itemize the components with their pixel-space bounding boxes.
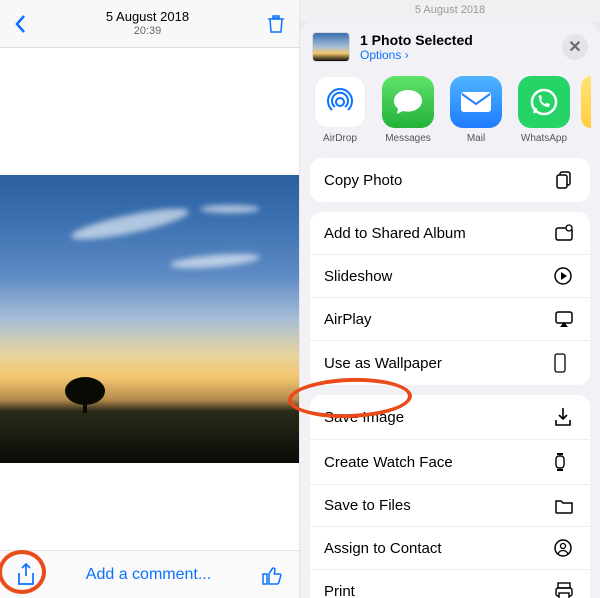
whatsapp-icon (518, 76, 570, 128)
app-mail[interactable]: Mail (445, 76, 507, 144)
print-icon (554, 582, 576, 598)
actions-list: Copy Photo Add to Shared Album Slideshow… (300, 158, 600, 598)
bottom-toolbar: Add a comment... (0, 550, 299, 598)
app-airdrop[interactable]: AirDrop (309, 76, 371, 144)
share-sheet: 1 Photo Selected Options › ✕ AirDrop Mes… (300, 22, 600, 598)
download-icon (554, 407, 576, 427)
close-icon[interactable]: ✕ (562, 34, 588, 60)
action-copy-photo[interactable]: Copy Photo (310, 158, 590, 202)
dim-header-date: 5 August 2018 (300, 0, 600, 22)
action-airplay[interactable]: AirPlay (310, 298, 590, 341)
app-messages[interactable]: Messages (377, 76, 439, 144)
sheet-title: 1 Photo Selected (360, 32, 562, 48)
sheet-header: 1 Photo Selected Options › ✕ (300, 22, 600, 70)
header-title: 5 August 2018 20:39 (106, 10, 189, 38)
delete-icon[interactable] (267, 14, 285, 34)
app-overflow-peek[interactable] (581, 76, 591, 128)
sheet-thumbnail (312, 32, 350, 62)
action-wallpaper[interactable]: Use as Wallpaper (310, 341, 590, 385)
airplay-icon (554, 310, 576, 328)
action-save-image[interactable]: Save Image (310, 395, 590, 440)
copy-icon (554, 170, 576, 190)
action-watch-face[interactable]: Create Watch Face (310, 440, 590, 485)
app-whatsapp[interactable]: WhatsApp (513, 76, 575, 144)
share-apps-row: AirDrop Messages Mail WhatsApp (300, 70, 600, 158)
share-sheet-screen: 5 August 2018 1 Photo Selected Options ›… (300, 0, 600, 598)
photo-canvas[interactable] (0, 48, 299, 550)
photo-image (0, 175, 299, 463)
contact-icon (554, 539, 576, 557)
photo-viewer-screen: 5 August 2018 20:39 Add a comment... (0, 0, 300, 598)
action-save-files[interactable]: Save to Files (310, 485, 590, 527)
sheet-options-link[interactable]: Options › (360, 48, 562, 62)
add-comment-link[interactable]: Add a comment... (86, 566, 211, 584)
wallpaper-icon (554, 353, 576, 373)
airdrop-icon (314, 76, 366, 128)
folder-icon (554, 498, 576, 514)
mail-icon (450, 76, 502, 128)
action-assign-contact[interactable]: Assign to Contact (310, 527, 590, 570)
header-bar: 5 August 2018 20:39 (0, 0, 299, 48)
back-icon[interactable] (14, 14, 28, 34)
shared-album-icon (554, 224, 576, 242)
header-date: 5 August 2018 (106, 10, 189, 25)
watch-icon (554, 452, 576, 472)
action-shared-album[interactable]: Add to Shared Album (310, 212, 590, 255)
slideshow-icon (554, 267, 576, 285)
like-icon[interactable] (261, 564, 283, 586)
share-icon[interactable] (16, 563, 36, 587)
messages-icon (382, 76, 434, 128)
header-time: 20:39 (106, 25, 189, 38)
action-slideshow[interactable]: Slideshow (310, 255, 590, 298)
action-print[interactable]: Print (310, 570, 590, 598)
